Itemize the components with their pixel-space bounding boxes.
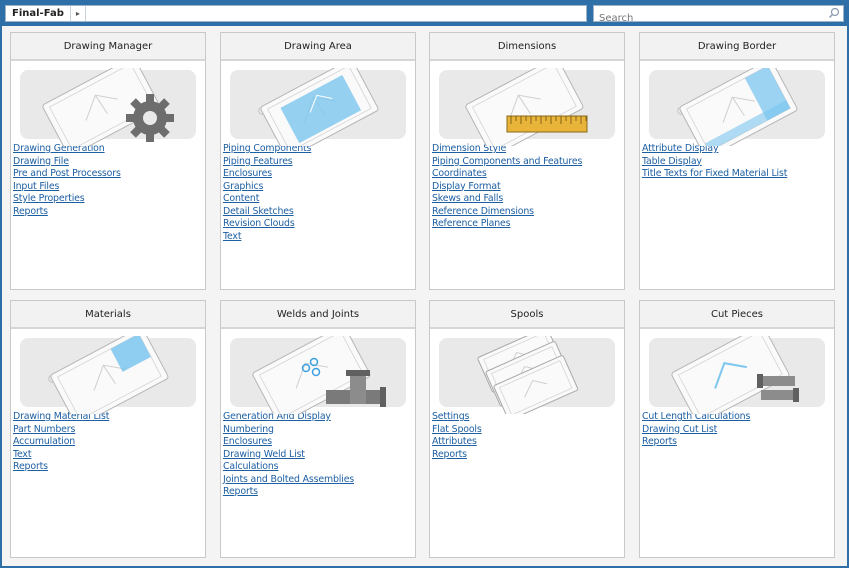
link-attributes[interactable]: Attributes xyxy=(432,436,624,449)
link-list: Settings Flat Spools Attributes Reports xyxy=(430,407,624,461)
card-title: Drawing Manager xyxy=(11,33,205,61)
link-list: Generation And Display Numbering Enclosure… xyxy=(221,407,415,499)
link-piping-components-and-features[interactable]: Piping Components and Features xyxy=(432,156,624,169)
link-part-numbers[interactable]: Part Numbers xyxy=(13,424,205,437)
search-icon[interactable] xyxy=(828,7,840,19)
drawing-ruler-icon xyxy=(439,68,615,146)
card-dimensions: Dimensions Dimension Style Piping Compone… xyxy=(429,32,625,290)
link-list: Drawing Material List Part Numbers Accumul… xyxy=(11,407,205,474)
drawing-area-icon xyxy=(230,68,406,146)
top-bar: Final-Fab ▸ xyxy=(2,2,847,26)
drawing-border-icon xyxy=(649,68,825,146)
link-reference-planes[interactable]: Reference Planes xyxy=(432,218,624,231)
card-drawing-area: Drawing Area Piping Components Piping Fea… xyxy=(220,32,416,290)
card-materials: Materials Drawing Material List Part Numb… xyxy=(10,300,206,558)
card-title: Spools xyxy=(430,301,624,329)
link-list: Dimension Style Piping Components and Fea… xyxy=(430,139,624,231)
link-reference-dimensions[interactable]: Reference Dimensions xyxy=(432,206,624,219)
link-pre-and-post-processors[interactable]: Pre and Post Processors xyxy=(13,168,205,181)
card-drawing-border: Drawing Border Attribute Display Table Di… xyxy=(639,32,835,290)
drawing-materials-icon xyxy=(20,336,196,414)
link-numbering[interactable]: Numbering xyxy=(223,424,415,437)
breadcrumb: Final-Fab ▸ xyxy=(5,5,587,22)
link-reports[interactable]: Reports xyxy=(13,461,205,474)
link-coordinates[interactable]: Coordinates xyxy=(432,168,624,181)
link-drawing-cut-list[interactable]: Drawing Cut List xyxy=(642,424,834,437)
link-skews-and-falls[interactable]: Skews and Falls xyxy=(432,193,624,206)
app-window: Final-Fab ▸ Drawing Manager xyxy=(2,2,847,566)
link-reports[interactable]: Reports xyxy=(642,436,834,449)
link-revision-clouds[interactable]: Revision Clouds xyxy=(223,218,415,231)
card-spools: Spools Settings Flat Spools Attributes Repo… xyxy=(429,300,625,558)
link-drawing-weld-list[interactable]: Drawing Weld List xyxy=(223,449,415,462)
drawing-gear-icon xyxy=(20,68,196,146)
breadcrumb-item-final-fab[interactable]: Final-Fab xyxy=(6,6,71,21)
search-box xyxy=(593,5,844,26)
link-reports[interactable]: Reports xyxy=(223,486,415,499)
link-table-display[interactable]: Table Display xyxy=(642,156,834,169)
link-display-format[interactable]: Display Format xyxy=(432,181,624,194)
link-reports[interactable]: Reports xyxy=(432,449,624,462)
card-title: Dimensions xyxy=(430,33,624,61)
link-flat-spools[interactable]: Flat Spools xyxy=(432,424,624,437)
card-welds-and-joints: Welds and Joints Generation And Display N… xyxy=(220,300,416,558)
card-drawing-manager: Drawing Manager Drawing Generation Drawin… xyxy=(10,32,206,290)
link-detail-sketches[interactable]: Detail Sketches xyxy=(223,206,415,219)
breadcrumb-arrow-icon[interactable]: ▸ xyxy=(71,6,86,21)
link-joints-and-bolted-assemblies[interactable]: Joints and Bolted Assemblies xyxy=(223,474,415,487)
card-title: Drawing Area xyxy=(221,33,415,61)
link-style-properties[interactable]: Style Properties xyxy=(13,193,205,206)
link-list: Drawing Generation Drawing File Pre and Po… xyxy=(11,139,205,218)
link-input-files[interactable]: Input Files xyxy=(13,181,205,194)
card-cut-pieces: Cut Pieces Cut Length Calculations Drawin… xyxy=(639,300,835,558)
drawing-pipe-tee-icon xyxy=(230,336,406,414)
link-list: Piping Components Piping Features Enclosur… xyxy=(221,139,415,243)
card-title: Cut Pieces xyxy=(640,301,834,329)
link-enclosures[interactable]: Enclosures xyxy=(223,436,415,449)
link-reports[interactable]: Reports xyxy=(13,206,205,219)
card-title: Drawing Border xyxy=(640,33,834,61)
link-graphics[interactable]: Graphics xyxy=(223,181,415,194)
link-drawing-file[interactable]: Drawing File xyxy=(13,156,205,169)
drawing-stack-icon xyxy=(439,336,615,414)
link-accumulation[interactable]: Accumulation xyxy=(13,436,205,449)
link-content[interactable]: Content xyxy=(223,193,415,206)
link-calculations[interactable]: Calculations xyxy=(223,461,415,474)
drawing-cut-pipe-icon xyxy=(649,336,825,414)
card-title: Materials xyxy=(11,301,205,329)
link-text[interactable]: Text xyxy=(13,449,205,462)
link-enclosures[interactable]: Enclosures xyxy=(223,168,415,181)
link-title-texts-for-fixed-material-list[interactable]: Title Texts for Fixed Material List xyxy=(642,168,834,181)
link-piping-features[interactable]: Piping Features xyxy=(223,156,415,169)
card-title: Welds and Joints xyxy=(221,301,415,329)
search-input[interactable] xyxy=(594,11,819,26)
link-text[interactable]: Text xyxy=(223,231,415,244)
